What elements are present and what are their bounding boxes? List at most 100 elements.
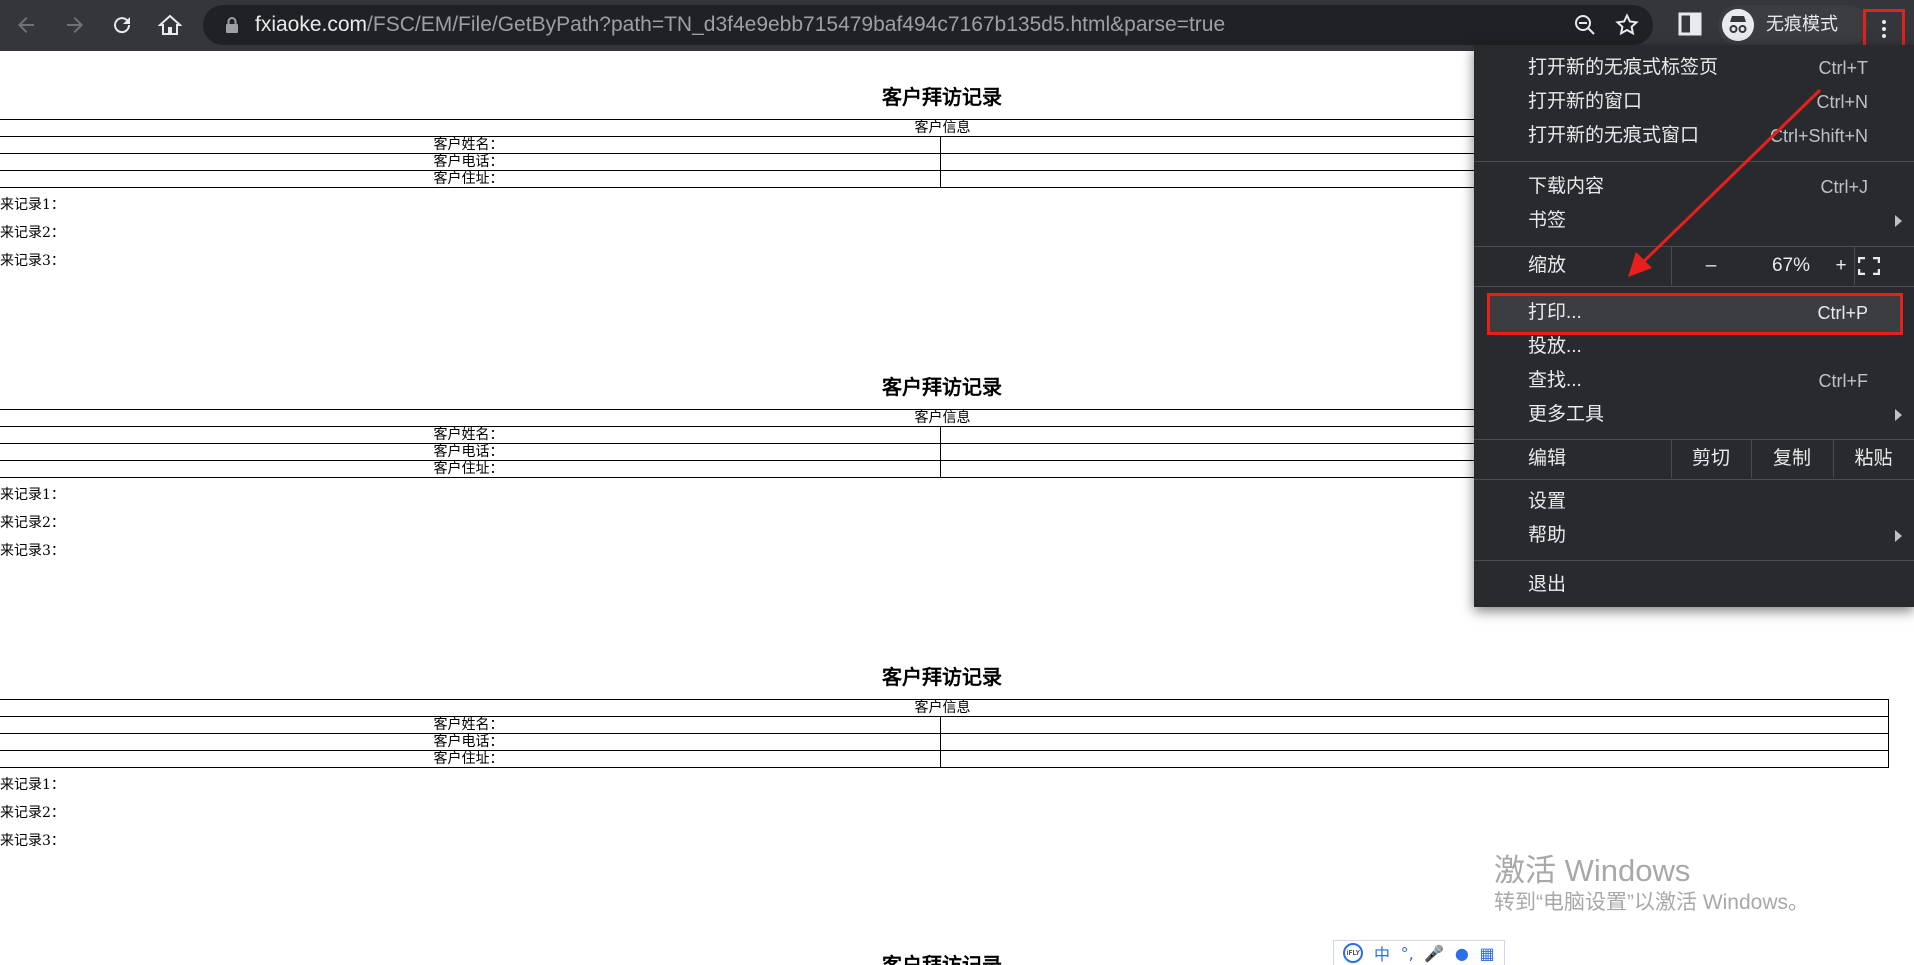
menu-item-bookmarks[interactable]: 书签 — [1474, 204, 1914, 238]
menu-item-new-incognito-tab[interactable]: 打开新的无痕式标签页 Ctrl+T — [1474, 51, 1914, 85]
visit-item: 往来记录1： — [0, 777, 65, 793]
menu-item-help[interactable]: 帮助 — [1474, 519, 1914, 553]
forward-icon — [67, 17, 83, 33]
menu-item-print[interactable]: 打印... Ctrl+P — [1474, 296, 1914, 330]
visit-item: 往来记录1： — [0, 197, 65, 213]
visit-item: 往来记录3： — [0, 543, 65, 559]
copy-button[interactable]: 复制 — [1751, 440, 1833, 478]
menu-item-shortcut: Ctrl+F — [1818, 371, 1869, 391]
ime-logo-icon: iFLY — [1343, 943, 1364, 963]
visit-item: 往来记录3： — [0, 253, 65, 269]
menu-item-label: 退出 — [1528, 574, 1567, 595]
row-value — [940, 716, 1889, 734]
row-value — [940, 750, 1889, 768]
paste-button[interactable]: 粘贴 — [1833, 440, 1914, 478]
table-row: 客户住址： — [0, 750, 1889, 768]
menu-item-new-window[interactable]: 打开新的窗口 Ctrl+N — [1474, 85, 1914, 119]
url-text[interactable]: fxiaoke.com/FSC/EM/File/GetByPath?path=T… — [255, 5, 1225, 45]
apps-grid-icon[interactable]: ▦ — [1480, 944, 1495, 963]
table-header: 客户信息 — [0, 699, 1889, 717]
record-title: 客户拜访记录 — [882, 85, 1002, 109]
menu-zoom-row: 缩放 – 67% + — [1474, 247, 1914, 285]
menu-item-downloads[interactable]: 下载内容 Ctrl+J — [1474, 170, 1914, 204]
edit-label: 编辑 — [1528, 448, 1567, 469]
windows-activation-watermark: 激活 Windows 转到“电脑设置”以激活 Windows。 — [1494, 853, 1809, 917]
fullscreen-icon[interactable] — [1858, 257, 1880, 275]
row-label: 客户住址： — [0, 460, 941, 478]
menu-item-shortcut: Ctrl+N — [1816, 92, 1868, 112]
menu-separator — [1474, 479, 1914, 480]
table-row: 客户姓名： — [0, 716, 1889, 734]
lock-icon — [226, 17, 238, 33]
zoom-label: 缩放 — [1528, 255, 1567, 276]
visit-item: 往来记录2： — [0, 225, 65, 241]
menu-separator — [1474, 161, 1914, 162]
watermark-subtitle: 转到“电脑设置”以激活 Windows。 — [1494, 891, 1810, 914]
forward-button[interactable] — [57, 7, 93, 43]
browser-menu: 打开新的无痕式标签页 Ctrl+T 打开新的窗口 Ctrl+N 打开新的无痕式窗… — [1474, 45, 1914, 607]
zoom-divider — [1854, 247, 1855, 285]
microphone-icon[interactable]: 🎤 — [1424, 944, 1444, 963]
menu-separator — [1474, 286, 1914, 287]
menu-item-label: 打开新的无痕式窗口 — [1528, 125, 1700, 146]
ime-toolbar[interactable]: iFLY 中 °, 🎤 ● ▦ — [1333, 940, 1505, 965]
menu-item-label: 帮助 — [1528, 525, 1567, 546]
row-value — [940, 733, 1889, 751]
incognito-chip[interactable]: 无痕模式 — [1718, 5, 1868, 45]
row-label: 客户住址： — [0, 170, 941, 188]
menu-item-new-incognito-window[interactable]: 打开新的无痕式窗口 Ctrl+Shift+N — [1474, 119, 1914, 153]
ime-punctuation-icon[interactable]: °, — [1401, 944, 1414, 963]
home-button[interactable] — [152, 7, 188, 43]
ime-mode[interactable]: 中 — [1374, 941, 1390, 965]
menu-item-more-tools[interactable]: 更多工具 — [1474, 398, 1914, 432]
address-bar[interactable]: fxiaoke.com/FSC/EM/File/GetByPath?path=T… — [203, 5, 1653, 45]
menu-item-settings[interactable]: 设置 — [1474, 485, 1914, 519]
submenu-arrow-icon — [1895, 215, 1902, 227]
zoom-icon[interactable] — [1573, 13, 1597, 37]
incognito-label: 无痕模式 — [1766, 14, 1838, 35]
menu-item-shortcut: Ctrl+Shift+N — [1769, 126, 1868, 146]
watermark-title: 激活 Windows — [1494, 853, 1691, 888]
menu-edit-row: 编辑 剪切 复制 粘贴 — [1474, 440, 1914, 478]
row-label: 客户姓名： — [0, 426, 941, 444]
browser-menu-button[interactable] — [1863, 9, 1905, 49]
reload-button[interactable] — [104, 7, 140, 43]
back-icon — [18, 17, 34, 33]
menu-item-exit[interactable]: 退出 — [1474, 568, 1914, 602]
row-label: 客户电话： — [0, 153, 941, 171]
record-title: 客户拜访记录 — [882, 953, 1002, 965]
menu-item-label: 更多工具 — [1528, 404, 1605, 425]
visit-item: 往来记录1： — [0, 487, 65, 503]
home-icon — [158, 14, 182, 35]
visit-item: 往来记录2： — [0, 515, 65, 531]
menu-item-shortcut: Ctrl+T — [1818, 58, 1869, 78]
zoom-out-button[interactable]: – — [1671, 247, 1751, 285]
browser-toolbar: fxiaoke.com/FSC/EM/File/GetByPath?path=T… — [0, 0, 1914, 51]
back-button[interactable] — [8, 7, 44, 43]
star-icon[interactable] — [1615, 13, 1639, 37]
cut-button[interactable]: 剪切 — [1671, 440, 1751, 478]
submenu-arrow-icon — [1895, 409, 1902, 421]
record-title: 客户拜访记录 — [882, 665, 1002, 689]
row-label: 客户住址： — [0, 750, 941, 768]
sidepanel-icon[interactable] — [1676, 10, 1704, 38]
menu-item-shortcut: Ctrl+P — [1817, 303, 1868, 323]
visit-list: 往来记录1： 往来记录2： 往来记录3： — [0, 191, 65, 275]
menu-icon — [1882, 20, 1886, 38]
visit-item: 往来记录2： — [0, 805, 65, 821]
record-title: 客户拜访记录 — [882, 375, 1002, 399]
table-row: 客户电话： — [0, 733, 1889, 751]
user-icon[interactable]: ● — [1455, 944, 1469, 963]
customer-info-table: 客户信息 客户姓名： 客户电话： 客户住址： — [0, 699, 1889, 768]
menu-item-label: 设置 — [1528, 491, 1567, 512]
menu-item-label: 打开新的窗口 — [1528, 91, 1643, 112]
menu-item-label: 投放... — [1528, 336, 1582, 357]
submenu-arrow-icon — [1895, 530, 1902, 542]
menu-item-label: 下载内容 — [1528, 176, 1605, 197]
reload-icon — [114, 17, 131, 34]
row-label: 客户电话： — [0, 733, 941, 751]
menu-item-label: 查找... — [1528, 370, 1582, 391]
menu-separator — [1474, 560, 1914, 561]
menu-item-cast[interactable]: 投放... — [1474, 330, 1914, 364]
menu-item-find[interactable]: 查找... Ctrl+F — [1474, 364, 1914, 398]
